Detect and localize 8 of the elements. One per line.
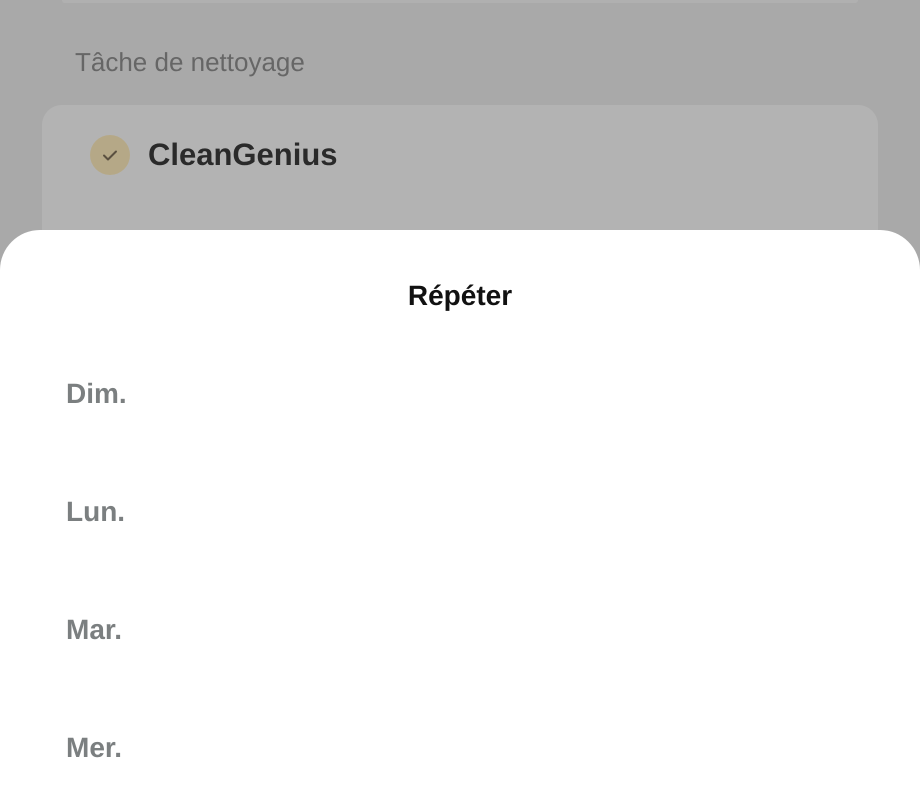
sheet-title: Répéter [406,279,514,312]
day-option[interactable]: Dim. [66,378,127,410]
check-icon[interactable] [90,135,130,175]
day-option[interactable]: Mar. [66,614,122,646]
day-option[interactable]: Mer. [66,732,122,764]
day-option[interactable]: Lun. [66,496,126,528]
section-label: Tâche de nettoyage [74,46,306,79]
task-option[interactable]: CleanGenius [90,135,830,175]
